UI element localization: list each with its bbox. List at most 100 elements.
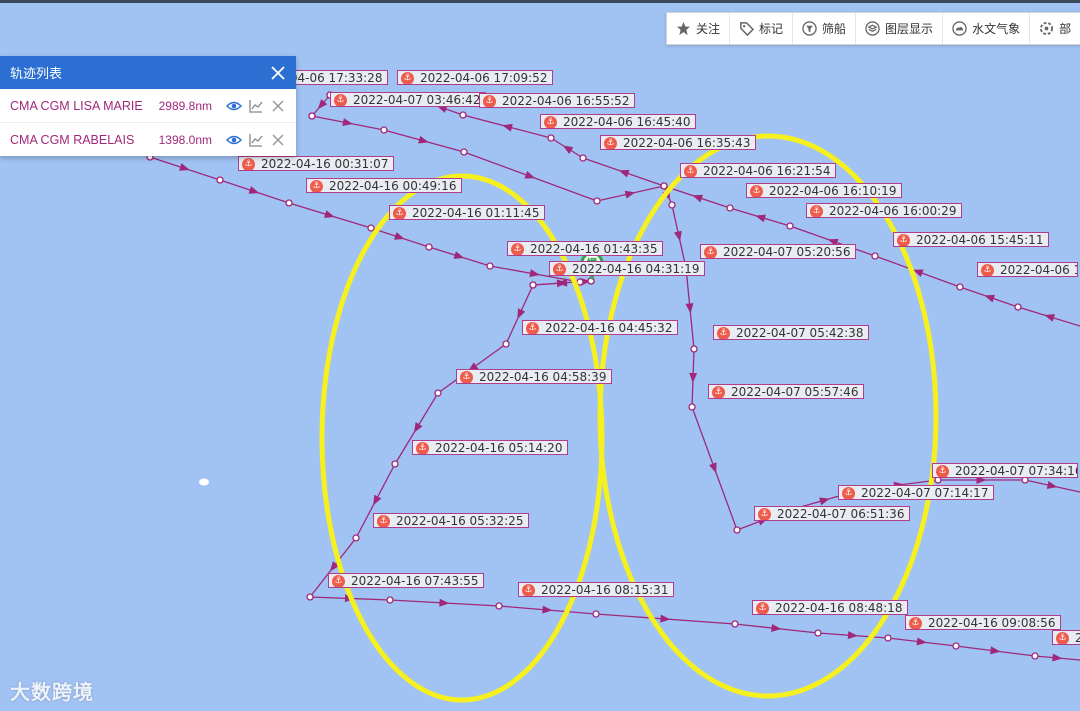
track-point[interactable] [367, 224, 375, 232]
timestamp-label[interactable]: ⚓ 2022-04-07 05:57:46 [708, 384, 865, 399]
direction-arrow [624, 190, 636, 199]
more-button[interactable]: 部 [1030, 13, 1080, 44]
track-point[interactable] [425, 243, 433, 251]
timestamp-label[interactable]: ⚓ 2022-04-07 07:14:17 [838, 485, 995, 500]
track-point[interactable] [306, 593, 314, 601]
track-point[interactable] [587, 277, 595, 285]
track-point[interactable] [660, 182, 668, 190]
more-label: 部 [1059, 22, 1072, 36]
timestamp-label[interactable]: ⚓ 2022-04-06 16:45:40 [540, 114, 697, 129]
filter-ships-button[interactable]: 筛船 [793, 13, 857, 44]
track-point[interactable] [391, 460, 399, 468]
tag-icon [739, 21, 755, 36]
eye-icon[interactable] [226, 132, 242, 148]
delete-icon[interactable] [270, 132, 286, 148]
track-point[interactable] [726, 204, 734, 212]
timestamp-label[interactable]: ⚓ 2022-04-16 05:32:25 [373, 513, 530, 528]
track-point[interactable] [285, 199, 293, 207]
timestamp-label[interactable]: ⚓ 2022-04-16 04:31:19 [549, 261, 706, 276]
layers-button[interactable]: 图层显示 [856, 13, 944, 44]
track-point[interactable] [668, 201, 676, 209]
direction-arrow [342, 118, 353, 126]
timestamp-label[interactable]: ⚓ 2022-04-06 16:55:52 [479, 93, 636, 108]
anchor-icon: ⚓ [704, 246, 717, 258]
timestamp-label[interactable]: ⚓ 2022-04-16 09:08:56 [905, 615, 1062, 630]
track-point[interactable] [308, 112, 316, 120]
ship-name[interactable]: CMA CGM RABELAIS [10, 133, 159, 147]
track-point[interactable] [486, 262, 494, 270]
track-point[interactable] [1031, 652, 1039, 660]
track-point[interactable] [352, 534, 360, 542]
track-point[interactable] [1014, 303, 1022, 311]
timestamp-label[interactable]: ⚓ 20 [1052, 630, 1080, 645]
timestamp-label[interactable]: ⚓ 2022-04-16 01:11:45 [389, 205, 546, 220]
weather-button[interactable]: 水文气象 [943, 13, 1031, 44]
ship-distance: 1398.0nm [158, 132, 212, 147]
direction-arrow [618, 169, 630, 178]
timestamp-label[interactable]: ⚓ 2022-04-16 00:31:07 [238, 156, 395, 171]
timestamp-label[interactable]: ⚓ 2022-04-06 16:21:54 [680, 163, 837, 178]
mark-button[interactable]: 标记 [730, 13, 794, 44]
timestamp-label[interactable]: ⚓ 2022-04-16 08:48:18 [752, 600, 909, 615]
timestamp-label[interactable]: ⚓ 2022-04-07 06:51:36 [754, 506, 911, 521]
timestamp-label[interactable]: ⚓ 2022-04-16 05:14:20 [412, 440, 569, 455]
track-point[interactable] [884, 634, 892, 642]
track-point[interactable] [688, 403, 696, 411]
timestamp-label[interactable]: ⚓ 2022-04-07 05:42:38 [713, 325, 870, 340]
timestamp-label[interactable]: ⚓ 2022-04-06 16:00:29 [806, 203, 963, 218]
timestamp-label[interactable]: ⚓ 2022-04-06 16:35:43 [600, 135, 757, 150]
track-point[interactable] [547, 134, 555, 142]
track-point[interactable] [592, 610, 600, 618]
track-list-panel: 轨迹列表 CMA CGM LISA MARIE 2989.8nm CMA CGM… [0, 56, 296, 156]
track-point[interactable] [956, 283, 964, 291]
track-point[interactable] [459, 111, 467, 119]
timestamp-label[interactable]: ⚓ 2022-04-07 07:34:16 [932, 463, 1078, 478]
timestamp-label[interactable]: ⚓ 2022-04-16 00:49:16 [306, 178, 463, 193]
timestamp-label[interactable]: ⚓ 2022-04-07 03:46:42 [330, 92, 487, 107]
ship-name[interactable]: CMA CGM LISA MARIE [10, 99, 159, 113]
timestamp-label[interactable]: ⚓ 2022-04-16 04:58:39 [456, 369, 613, 384]
close-icon[interactable] [270, 65, 286, 81]
track-point[interactable] [434, 389, 442, 397]
track-point[interactable] [380, 126, 388, 134]
track-point[interactable] [690, 345, 698, 353]
anchor-icon: ⚓ [460, 371, 473, 383]
track-point[interactable] [529, 281, 537, 289]
timestamp-label[interactable]: ⚓ 2022-04-06 15:45:11 [893, 232, 1050, 247]
track-point[interactable] [733, 526, 741, 534]
track-point[interactable] [786, 222, 794, 230]
timestamp-label[interactable]: ⚓ 2022-04-16 01:43:35 [507, 241, 664, 256]
follow-label: 关注 [696, 22, 721, 36]
timestamp-text: 2022-04-07 07:14:17 [861, 486, 989, 500]
chart-icon[interactable] [248, 98, 264, 114]
anchor-icon: ⚓ [897, 234, 910, 246]
track-point[interactable] [593, 197, 601, 205]
timestamp-label[interactable]: ⚓ 2022-04-16 07:43:55 [328, 573, 485, 588]
direction-arrow [248, 186, 260, 194]
track-point[interactable] [952, 642, 960, 650]
track-point[interactable] [814, 629, 822, 637]
track-point[interactable] [386, 596, 394, 604]
timestamp-label[interactable]: ⚓ 2022-04-16 04:45:32 [522, 320, 679, 335]
track-point[interactable] [579, 154, 587, 162]
timestamp-label[interactable]: ⚓ 2022-04-06 16:10:19 [746, 183, 903, 198]
track-point[interactable] [502, 340, 510, 348]
anchor-icon: ⚓ [401, 72, 414, 84]
timestamp-label[interactable]: ⚓ 2022-04-07 05:20:56 [700, 244, 857, 259]
timestamp-label[interactable]: ⚓ 2022-04-06 15:3 [977, 262, 1078, 277]
track-point[interactable] [731, 620, 739, 628]
track-point[interactable] [495, 602, 503, 610]
track-point[interactable] [871, 252, 879, 260]
track-point[interactable] [460, 148, 468, 156]
eye-icon[interactable] [226, 98, 242, 114]
delete-icon[interactable] [270, 98, 286, 114]
chart-icon[interactable] [248, 132, 264, 148]
track-row[interactable]: CMA CGM LISA MARIE 2989.8nm [0, 89, 296, 123]
timestamp-text: 2022-04-06 16:10:19 [769, 184, 897, 198]
timestamp-label[interactable]: ⚓ 2022-04-06 17:09:52 [397, 70, 554, 85]
track-point[interactable] [216, 176, 224, 184]
track-row[interactable]: CMA CGM RABELAIS 1398.0nm [0, 123, 296, 156]
follow-button[interactable]: 关注 [667, 13, 731, 44]
direction-arrow [413, 422, 423, 433]
timestamp-label[interactable]: ⚓ 2022-04-16 08:15:31 [518, 582, 675, 597]
